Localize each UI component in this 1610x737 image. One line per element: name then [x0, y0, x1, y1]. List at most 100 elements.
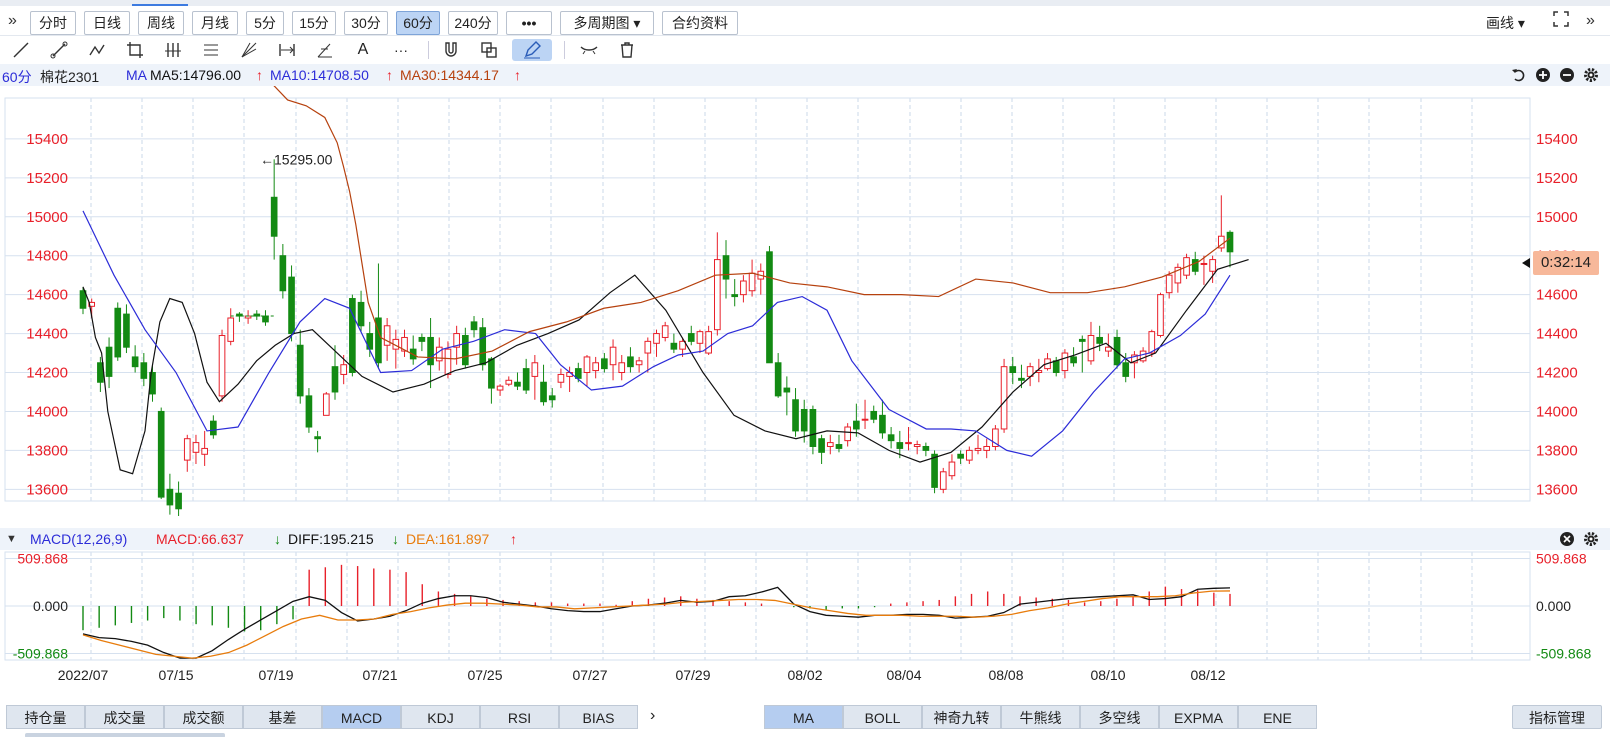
tab-tabs-left-5[interactable]: KDJ — [401, 705, 480, 729]
macd-chart[interactable]: 509.868 509.868 0.000 0.000 -509.868 -509.868… — [0, 550, 1610, 702]
bars-tool-icon[interactable] — [162, 39, 184, 61]
candle-body — [279, 255, 287, 292]
draw-line-dropdown[interactable]: 画线 ▾ — [1486, 13, 1525, 33]
candle-body — [444, 348, 452, 375]
crop-tool-icon[interactable] — [124, 39, 146, 61]
layer-tool-icon[interactable] — [478, 39, 500, 61]
trash-icon[interactable] — [616, 39, 638, 61]
period-button-fenshi[interactable]: 分时 — [30, 11, 76, 35]
ray-tool-icon[interactable] — [48, 39, 70, 61]
tab-tabs-right-3[interactable]: 牛熊线 — [1001, 705, 1080, 729]
zoom-in-icon[interactable] — [1534, 66, 1552, 84]
close-indicator-icon[interactable] — [1558, 530, 1576, 548]
macd-tick-left: 509.868 — [17, 551, 68, 567]
tab-tabs-right-2[interactable]: 神奇九转 — [922, 705, 1001, 729]
candle-body — [514, 381, 521, 387]
angle-tool-icon[interactable] — [314, 39, 336, 61]
macd-settings-gear-icon[interactable] — [1582, 530, 1600, 548]
candle-body — [826, 442, 834, 447]
more-tools-icon[interactable]: ··· — [390, 39, 412, 61]
toolbar-divider — [428, 41, 429, 59]
candle-body — [939, 471, 947, 490]
indicator-manage-button[interactable]: 指标管理 — [1512, 705, 1602, 729]
measure-tool-icon[interactable] — [276, 39, 298, 61]
tab-tabs-right-6[interactable]: ENE — [1238, 705, 1317, 729]
multi-period-dropdown[interactable]: 多周期图 ▾ — [560, 11, 654, 35]
candle-body — [305, 395, 313, 428]
tab-tabs-left-2[interactable]: 成交额 — [164, 705, 243, 729]
candle-body — [913, 444, 921, 447]
period-button-15min[interactable]: 15分 — [292, 11, 336, 35]
candle-body — [1165, 274, 1173, 294]
fib-tool-icon[interactable] — [200, 39, 222, 61]
ma30-line — [273, 86, 1231, 360]
macd-value: MACD:66.637 — [156, 531, 244, 547]
price-tick-right: 15400 — [1536, 131, 1578, 148]
period-button-monthly[interactable]: 月线 — [192, 11, 238, 35]
tab-tabs-left-7[interactable]: BIAS — [559, 705, 638, 729]
period-button-5min[interactable]: 5分 — [246, 11, 284, 35]
tab-tabs-left-4[interactable]: MACD — [322, 705, 401, 729]
period-button-daily[interactable]: 日线 — [84, 11, 130, 35]
date-tick: 2022/07 — [58, 667, 109, 683]
period-toolbar: » 分时 日线 周线 月线 5分 15分 30分 60分 240分 ••• 多周… — [0, 0, 1610, 36]
candle-body — [696, 331, 704, 344]
tab-tabs-right-4[interactable]: 多空线 — [1080, 705, 1159, 729]
reset-icon[interactable] — [1510, 66, 1528, 84]
fullscreen-icon[interactable] — [1552, 10, 1570, 31]
period-button-weekly[interactable]: 周线 — [138, 11, 184, 35]
horizontal-scrollbar[interactable] — [25, 733, 225, 737]
period-button-240min[interactable]: 240分 — [448, 11, 498, 35]
pencil-tool-icon[interactable] — [512, 39, 552, 61]
settings-gear-icon[interactable] — [1582, 66, 1600, 84]
more-periods-button[interactable]: ••• — [506, 11, 552, 35]
polyline-tool-icon[interactable] — [86, 39, 108, 61]
date-axis: 2022/07 07/15 07/19 07/21 07/25 07/27 07/29 08/… — [58, 667, 1226, 683]
candle-body — [627, 356, 634, 368]
candle-body — [262, 315, 269, 323]
tab-tabs-left-6[interactable]: RSI — [480, 705, 559, 729]
tab-tabs-right-0[interactable]: MA — [764, 705, 843, 729]
tabs-scroll-right-icon[interactable]: › — [650, 707, 655, 725]
candle-body — [548, 395, 556, 401]
indicator-tab-bar: 持仓量 成交量 成交额 基差 MACD KDJ RSI BIAS › MA BOLL 神奇九转 牛熊… — [0, 703, 1610, 737]
candle-body — [635, 360, 643, 366]
fan-tool-icon[interactable] — [238, 39, 260, 61]
date-tick: 08/02 — [787, 667, 822, 683]
candle-body — [609, 346, 617, 366]
period-button-60min[interactable]: 60分 — [396, 11, 440, 35]
tab-tabs-left-1[interactable]: 成交量 — [85, 705, 164, 729]
dea-value: DEA:161.897 — [406, 531, 490, 547]
macd-header: ▼ MACD(12,26,9) MACD:66.637 ↓ DIFF:195.2… — [0, 528, 1610, 550]
price-tick-left: 14400 — [26, 326, 68, 343]
ma-indicator-label[interactable]: MA — [126, 67, 147, 83]
collapse-right-icon[interactable]: » — [1586, 12, 1595, 30]
candlestick-chart[interactable]: 1540015400152001520015000150001480014800… — [0, 86, 1610, 516]
zoom-out-icon[interactable] — [1558, 66, 1576, 84]
candle-body — [905, 442, 912, 445]
date-tick: 08/10 — [1090, 667, 1125, 683]
candle-body — [1096, 336, 1103, 344]
date-tick: 07/19 — [258, 667, 293, 683]
macd-title[interactable]: MACD(12,26,9) — [30, 531, 127, 547]
candle-body — [792, 399, 799, 432]
tab-tabs-left-3[interactable]: 基差 — [243, 705, 322, 729]
macd-collapse-icon[interactable]: ▼ — [6, 533, 17, 545]
line-tool-icon[interactable] — [10, 39, 32, 61]
magnet-tool-icon[interactable] — [440, 39, 462, 61]
tab-tabs-left-0[interactable]: 持仓量 — [6, 705, 85, 729]
top-tab-strip — [0, 0, 1610, 6]
period-button-30min[interactable]: 30分 — [344, 11, 388, 35]
candle-body — [131, 356, 139, 368]
tab-tabs-right-5[interactable]: EXPMA — [1159, 705, 1238, 729]
candle-body — [965, 449, 973, 461]
candle-body — [470, 321, 478, 331]
candle-body — [166, 488, 174, 506]
tab-tabs-right-1[interactable]: BOLL — [843, 705, 922, 729]
candle-body — [887, 434, 895, 442]
expand-icon[interactable]: » — [8, 12, 17, 30]
text-tool-icon[interactable]: A — [352, 39, 374, 61]
contract-info-button[interactable]: 合约资料 — [662, 11, 738, 35]
hide-drawings-icon[interactable] — [578, 39, 600, 61]
dea-line — [82, 590, 1231, 659]
